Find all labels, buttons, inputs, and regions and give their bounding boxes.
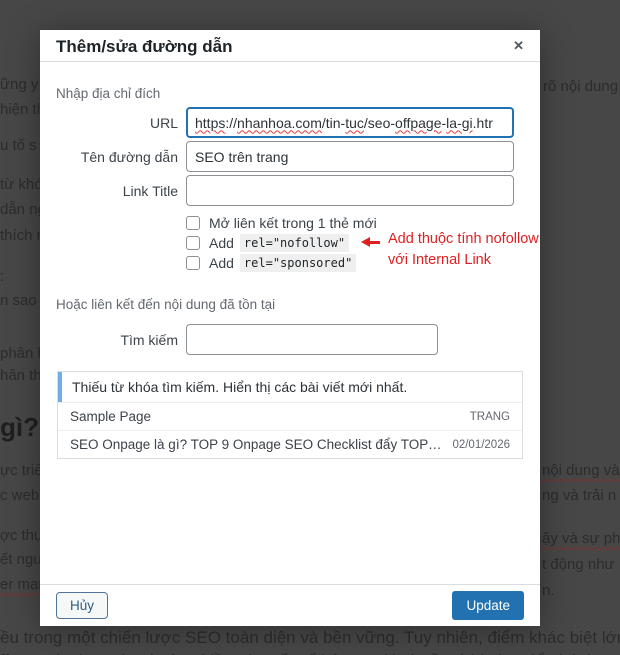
background-text-fragment: nội dung và: [542, 462, 620, 479]
url-text-segment: https: [195, 114, 226, 131]
nofollow-checkbox[interactable]: [186, 236, 200, 250]
url-text-segment: /tin-: [321, 114, 346, 131]
url-row: URL https://nhanhoa.com/tin-tuc/seo-offp…: [56, 107, 524, 138]
background-text-fragment: thích r: [0, 227, 42, 244]
background-text-fragment: hiện th: [0, 101, 46, 118]
link-text-row: Tên đường dẫn: [56, 141, 524, 172]
background-text-fragment: ững y: [0, 76, 39, 93]
background-text-fragment: t động như: [542, 556, 615, 573]
annotation-text: Add thuộc tính nofollow với Internal Lin…: [388, 229, 539, 271]
background-text-fragment: hân th: [0, 367, 42, 384]
open-new-tab-checkbox[interactable]: [186, 216, 200, 230]
background-text-fragment: er mar: [0, 576, 44, 593]
nofollow-label-prefix: Add: [209, 235, 234, 251]
background-text-fragment: dẫn ng: [0, 201, 46, 218]
background-text-fragment: ều trong một chiến lược SEO toàn diện và…: [0, 628, 620, 647]
background-text-fragment: ffpage thường phụ thuộc nhiều vào yếu tố…: [0, 651, 620, 655]
url-input[interactable]: https://nhanhoa.com/tin-tuc/seo-offpage-…: [186, 107, 514, 138]
url-text-segment: nhanhoa.com: [237, 114, 322, 131]
background-text-fragment: rõ nội dung: [543, 78, 619, 95]
cancel-button[interactable]: Hủy: [56, 592, 109, 619]
dialog-header: Thêm/sửa đường dẫn ✕: [40, 30, 540, 62]
search-input[interactable]: [186, 324, 438, 355]
link-text-label: Tên đường dẫn: [80, 148, 178, 165]
link-title-input[interactable]: [186, 175, 514, 206]
close-icon[interactable]: ✕: [513, 39, 524, 52]
results-list: Sample Page TRANG SEO Onpage là gì? TOP 9 …: [58, 402, 522, 458]
search-label: Tìm kiếm: [120, 331, 178, 348]
url-label: URL: [149, 114, 178, 131]
nofollow-annotation: Add thuộc tính nofollow với Internal Lin…: [356, 229, 539, 271]
result-item[interactable]: Sample Page TRANG: [58, 402, 522, 430]
annotation-line1: Add thuộc tính nofollow: [388, 231, 539, 247]
url-text-segment: tuc: [345, 114, 364, 131]
page: ững y hiện th u tố s từ khó dẫn ng thích r: n …: [0, 0, 620, 655]
update-button[interactable]: Update: [452, 591, 524, 620]
search-results-panel: Thiếu từ khóa tìm kiếm. Hiển thị các bài…: [57, 371, 523, 459]
left-arrow-icon: [356, 237, 380, 247]
link-title-label: Link Title: [122, 182, 178, 199]
open-new-tab-label: Mở liên kết trong 1 thẻ mới: [209, 215, 377, 231]
background-text-fragment: gì?: [0, 412, 39, 442]
annotation-line2: với Internal Link: [388, 252, 492, 268]
background-text-fragment: ậy và sự ph: [542, 530, 620, 547]
result-title: SEO Onpage là gì? TOP 9 Onpage SEO Check…: [70, 437, 443, 452]
search-row: Tìm kiếm: [56, 324, 524, 355]
result-meta: 02/01/2026: [452, 438, 510, 451]
sponsored-label-prefix: Add: [209, 255, 234, 271]
link-dialog: Thêm/sửa đường dẫn ✕ Nhập địa chỉ đích U…: [40, 30, 540, 626]
dialog-title: Thêm/sửa đường dẫn: [56, 36, 233, 56]
link-title-row: Link Title: [56, 175, 524, 206]
sponsored-checkbox[interactable]: [186, 256, 200, 270]
background-text-fragment: phân b: [0, 345, 46, 362]
search-notice: Thiếu từ khóa tìm kiếm. Hiển thị các bài…: [58, 372, 522, 402]
url-text-segment: la-gi: [446, 114, 473, 131]
background-text-fragment: n.: [542, 582, 555, 599]
nofollow-code: rel="nofollow": [239, 234, 350, 252]
existing-content-section-label: Hoặc liên kết đến nội dung đã tồn tại: [56, 297, 276, 312]
background-text-fragment: :: [0, 268, 5, 285]
background-text-fragment: từ khó: [0, 176, 43, 193]
result-item[interactable]: SEO Onpage là gì? TOP 9 Onpage SEO Check…: [58, 430, 522, 458]
background-text-fragment: ợc thụ: [0, 527, 43, 544]
url-text-segment: offpage: [395, 114, 442, 131]
result-meta: TRANG: [469, 410, 510, 423]
link-text-input[interactable]: [186, 141, 514, 172]
url-text-segment: ://: [225, 114, 238, 131]
url-input-text: https://nhanhoa.com/tin-tuc/seo-offpage-…: [195, 115, 493, 131]
destination-section-label: Nhập địa chỉ đích: [56, 86, 161, 101]
link-options: Mở liên kết trong 1 thẻ mới Add rel="nof…: [186, 213, 539, 273]
sponsored-label: Add rel="sponsored": [209, 254, 357, 272]
dialog-body: Nhập địa chỉ đích URL https://nhanhoa.co…: [40, 86, 540, 459]
url-text-segment: /seo-: [363, 114, 396, 131]
result-title: Sample Page: [70, 409, 152, 424]
background-text-fragment: ng và trải n: [542, 487, 617, 504]
background-text-fragment: ết ngu: [0, 551, 42, 568]
nofollow-label: Add rel="nofollow": [209, 234, 350, 252]
url-text-segment: .htr: [472, 114, 493, 131]
dialog-footer: Hủy Update: [40, 584, 540, 626]
background-text-fragment: n sao: [0, 292, 37, 309]
background-text-fragment: u tố s: [0, 137, 37, 154]
sponsored-code: rel="sponsored": [239, 254, 357, 272]
